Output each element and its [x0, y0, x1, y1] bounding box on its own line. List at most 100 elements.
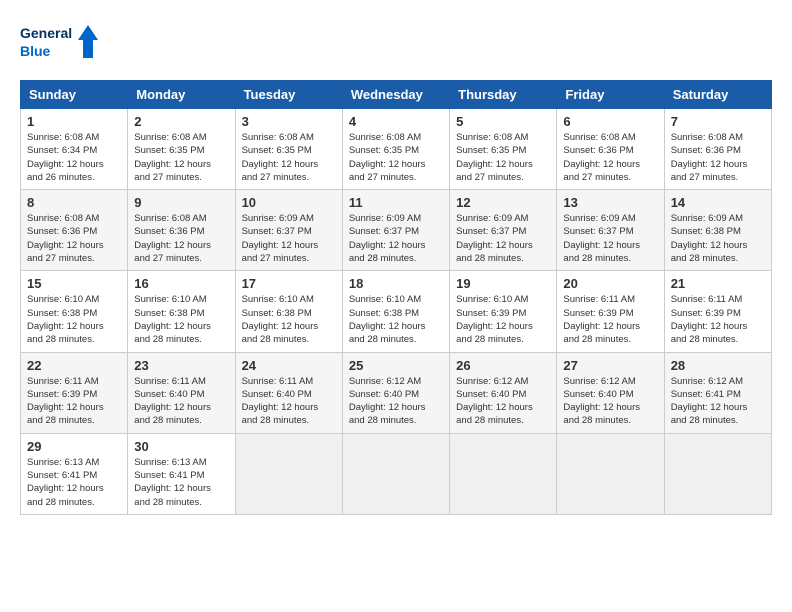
calendar-week-row: 29 Sunrise: 6:13 AMSunset: 6:41 PMDaylig… [21, 433, 772, 514]
day-number: 15 [27, 276, 121, 291]
weekday-header-tuesday: Tuesday [235, 81, 342, 109]
calendar-cell: 26 Sunrise: 6:12 AMSunset: 6:40 PMDaylig… [450, 352, 557, 433]
day-info: Sunrise: 6:08 AMSunset: 6:35 PMDaylight:… [242, 132, 319, 183]
calendar-cell: 20 Sunrise: 6:11 AMSunset: 6:39 PMDaylig… [557, 271, 664, 352]
day-info: Sunrise: 6:09 AMSunset: 6:37 PMDaylight:… [242, 213, 319, 264]
day-info: Sunrise: 6:11 AMSunset: 6:39 PMDaylight:… [27, 376, 104, 427]
logo: General Blue [20, 20, 100, 70]
day-info: Sunrise: 6:12 AMSunset: 6:41 PMDaylight:… [671, 376, 748, 427]
day-info: Sunrise: 6:09 AMSunset: 6:37 PMDaylight:… [456, 213, 533, 264]
day-info: Sunrise: 6:08 AMSunset: 6:36 PMDaylight:… [27, 213, 104, 264]
day-info: Sunrise: 6:09 AMSunset: 6:38 PMDaylight:… [671, 213, 748, 264]
day-info: Sunrise: 6:08 AMSunset: 6:36 PMDaylight:… [134, 213, 211, 264]
calendar-cell: 6 Sunrise: 6:08 AMSunset: 6:36 PMDayligh… [557, 109, 664, 190]
calendar-cell [557, 433, 664, 514]
day-info: Sunrise: 6:11 AMSunset: 6:39 PMDaylight:… [671, 294, 748, 345]
calendar-cell [664, 433, 771, 514]
calendar-cell: 23 Sunrise: 6:11 AMSunset: 6:40 PMDaylig… [128, 352, 235, 433]
day-info: Sunrise: 6:10 AMSunset: 6:38 PMDaylight:… [134, 294, 211, 345]
calendar-cell: 16 Sunrise: 6:10 AMSunset: 6:38 PMDaylig… [128, 271, 235, 352]
day-number: 17 [242, 276, 336, 291]
calendar-cell: 12 Sunrise: 6:09 AMSunset: 6:37 PMDaylig… [450, 190, 557, 271]
day-info: Sunrise: 6:11 AMSunset: 6:40 PMDaylight:… [134, 376, 211, 427]
calendar-cell: 5 Sunrise: 6:08 AMSunset: 6:35 PMDayligh… [450, 109, 557, 190]
day-number: 1 [27, 114, 121, 129]
calendar-week-row: 8 Sunrise: 6:08 AMSunset: 6:36 PMDayligh… [21, 190, 772, 271]
calendar-cell: 1 Sunrise: 6:08 AMSunset: 6:34 PMDayligh… [21, 109, 128, 190]
calendar-cell: 3 Sunrise: 6:08 AMSunset: 6:35 PMDayligh… [235, 109, 342, 190]
day-number: 22 [27, 358, 121, 373]
day-info: Sunrise: 6:12 AMSunset: 6:40 PMDaylight:… [456, 376, 533, 427]
day-number: 28 [671, 358, 765, 373]
day-info: Sunrise: 6:10 AMSunset: 6:38 PMDaylight:… [27, 294, 104, 345]
calendar-cell: 27 Sunrise: 6:12 AMSunset: 6:40 PMDaylig… [557, 352, 664, 433]
calendar-week-row: 15 Sunrise: 6:10 AMSunset: 6:38 PMDaylig… [21, 271, 772, 352]
day-info: Sunrise: 6:10 AMSunset: 6:39 PMDaylight:… [456, 294, 533, 345]
calendar-cell: 21 Sunrise: 6:11 AMSunset: 6:39 PMDaylig… [664, 271, 771, 352]
day-info: Sunrise: 6:08 AMSunset: 6:36 PMDaylight:… [563, 132, 640, 183]
day-info: Sunrise: 6:09 AMSunset: 6:37 PMDaylight:… [563, 213, 640, 264]
day-number: 25 [349, 358, 443, 373]
day-number: 29 [27, 439, 121, 454]
calendar-cell [235, 433, 342, 514]
day-number: 4 [349, 114, 443, 129]
day-info: Sunrise: 6:08 AMSunset: 6:35 PMDaylight:… [349, 132, 426, 183]
day-info: Sunrise: 6:13 AMSunset: 6:41 PMDaylight:… [134, 457, 211, 508]
day-number: 12 [456, 195, 550, 210]
weekday-header-monday: Monday [128, 81, 235, 109]
calendar-cell [342, 433, 449, 514]
weekday-header-saturday: Saturday [664, 81, 771, 109]
calendar-cell: 29 Sunrise: 6:13 AMSunset: 6:41 PMDaylig… [21, 433, 128, 514]
day-number: 5 [456, 114, 550, 129]
day-number: 21 [671, 276, 765, 291]
day-number: 19 [456, 276, 550, 291]
day-number: 14 [671, 195, 765, 210]
svg-text:Blue: Blue [20, 43, 51, 59]
day-number: 26 [456, 358, 550, 373]
day-info: Sunrise: 6:13 AMSunset: 6:41 PMDaylight:… [27, 457, 104, 508]
calendar-cell: 10 Sunrise: 6:09 AMSunset: 6:37 PMDaylig… [235, 190, 342, 271]
calendar-cell: 7 Sunrise: 6:08 AMSunset: 6:36 PMDayligh… [664, 109, 771, 190]
day-number: 9 [134, 195, 228, 210]
day-info: Sunrise: 6:12 AMSunset: 6:40 PMDaylight:… [563, 376, 640, 427]
day-number: 11 [349, 195, 443, 210]
day-info: Sunrise: 6:11 AMSunset: 6:40 PMDaylight:… [242, 376, 319, 427]
day-number: 20 [563, 276, 657, 291]
calendar-cell: 24 Sunrise: 6:11 AMSunset: 6:40 PMDaylig… [235, 352, 342, 433]
weekday-header-wednesday: Wednesday [342, 81, 449, 109]
calendar-cell: 17 Sunrise: 6:10 AMSunset: 6:38 PMDaylig… [235, 271, 342, 352]
day-info: Sunrise: 6:08 AMSunset: 6:35 PMDaylight:… [134, 132, 211, 183]
weekday-header-friday: Friday [557, 81, 664, 109]
day-number: 8 [27, 195, 121, 210]
day-info: Sunrise: 6:11 AMSunset: 6:39 PMDaylight:… [563, 294, 640, 345]
calendar-table: SundayMondayTuesdayWednesdayThursdayFrid… [20, 80, 772, 515]
calendar-cell: 13 Sunrise: 6:09 AMSunset: 6:37 PMDaylig… [557, 190, 664, 271]
calendar-cell [450, 433, 557, 514]
day-number: 18 [349, 276, 443, 291]
calendar-cell: 2 Sunrise: 6:08 AMSunset: 6:35 PMDayligh… [128, 109, 235, 190]
weekday-header-row: SundayMondayTuesdayWednesdayThursdayFrid… [21, 81, 772, 109]
page-header: General Blue [20, 20, 772, 70]
day-number: 2 [134, 114, 228, 129]
day-info: Sunrise: 6:10 AMSunset: 6:38 PMDaylight:… [349, 294, 426, 345]
day-number: 7 [671, 114, 765, 129]
day-info: Sunrise: 6:12 AMSunset: 6:40 PMDaylight:… [349, 376, 426, 427]
day-info: Sunrise: 6:10 AMSunset: 6:38 PMDaylight:… [242, 294, 319, 345]
calendar-cell: 4 Sunrise: 6:08 AMSunset: 6:35 PMDayligh… [342, 109, 449, 190]
calendar-cell: 11 Sunrise: 6:09 AMSunset: 6:37 PMDaylig… [342, 190, 449, 271]
calendar-cell: 14 Sunrise: 6:09 AMSunset: 6:38 PMDaylig… [664, 190, 771, 271]
day-number: 23 [134, 358, 228, 373]
day-info: Sunrise: 6:09 AMSunset: 6:37 PMDaylight:… [349, 213, 426, 264]
weekday-header-thursday: Thursday [450, 81, 557, 109]
svg-text:General: General [20, 25, 72, 41]
calendar-cell: 22 Sunrise: 6:11 AMSunset: 6:39 PMDaylig… [21, 352, 128, 433]
logo-svg: General Blue [20, 20, 100, 70]
day-number: 10 [242, 195, 336, 210]
calendar-week-row: 1 Sunrise: 6:08 AMSunset: 6:34 PMDayligh… [21, 109, 772, 190]
day-number: 27 [563, 358, 657, 373]
day-info: Sunrise: 6:08 AMSunset: 6:36 PMDaylight:… [671, 132, 748, 183]
calendar-week-row: 22 Sunrise: 6:11 AMSunset: 6:39 PMDaylig… [21, 352, 772, 433]
calendar-cell: 30 Sunrise: 6:13 AMSunset: 6:41 PMDaylig… [128, 433, 235, 514]
day-number: 16 [134, 276, 228, 291]
day-number: 13 [563, 195, 657, 210]
